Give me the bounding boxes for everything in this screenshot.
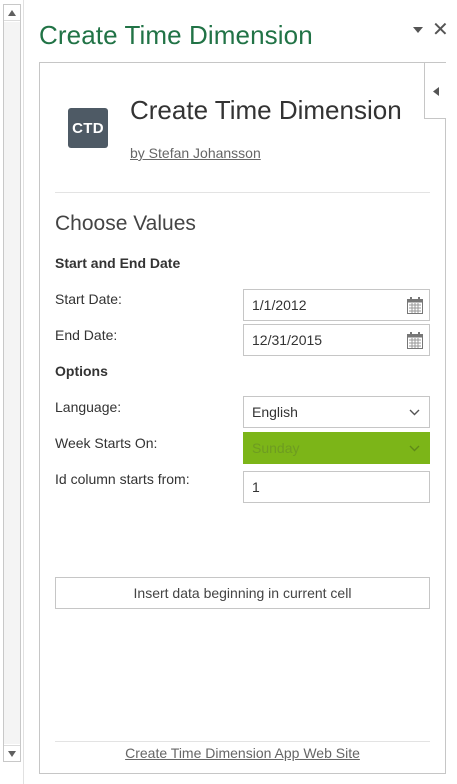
id-start-label: Id column starts from: <box>55 471 190 487</box>
calendar-icon[interactable] <box>407 297 423 314</box>
language-label: Language: <box>55 399 122 415</box>
pane-divider <box>23 0 24 784</box>
chevron-down-icon <box>409 445 420 452</box>
id-start-value: 1 <box>252 479 260 495</box>
options-heading: Options <box>55 363 108 379</box>
end-date-label: End Date: <box>55 327 118 343</box>
section-title: Choose Values <box>55 212 196 235</box>
author-link[interactable]: by Stefan Johansson <box>130 145 261 161</box>
app-logo: CTD <box>68 108 108 148</box>
close-icon[interactable]: ✕ <box>432 20 449 40</box>
id-start-input[interactable]: 1 <box>243 471 430 503</box>
start-date-label: Start Date: <box>55 291 122 307</box>
scrollbar-track[interactable] <box>4 22 20 744</box>
week-starts-label: Week Starts On: <box>55 435 158 451</box>
task-pane-title: Create Time Dimension <box>39 20 313 50</box>
language-value: English <box>252 404 298 420</box>
start-date-value: 1/1/2012 <box>252 297 307 313</box>
vertical-scrollbar[interactable] <box>3 4 21 762</box>
triangle-left-icon <box>433 87 439 96</box>
scroll-up-button[interactable] <box>4 5 20 21</box>
divider <box>55 741 430 742</box>
calendar-icon[interactable] <box>407 332 423 349</box>
pane-options-icon[interactable] <box>413 27 423 33</box>
end-date-value: 12/31/2015 <box>252 332 323 348</box>
collapse-tab[interactable] <box>424 62 446 119</box>
app-title: Create Time Dimension <box>130 95 402 125</box>
divider <box>55 192 430 193</box>
end-date-field[interactable]: 12/31/2015 <box>243 324 430 356</box>
app-website-link[interactable]: Create Time Dimension App Web Site <box>125 745 360 761</box>
footer: Create Time Dimension App Web Site <box>0 745 457 761</box>
chevron-down-icon <box>409 409 420 416</box>
week-starts-value: Sunday <box>252 440 300 456</box>
week-starts-select[interactable]: Sunday <box>243 432 430 464</box>
language-select[interactable]: English <box>243 396 430 428</box>
dates-heading: Start and End Date <box>55 255 181 271</box>
triangle-up-icon <box>8 10 16 16</box>
insert-data-button[interactable]: Insert data beginning in current cell <box>55 577 430 609</box>
start-date-field[interactable]: 1/1/2012 <box>243 289 430 321</box>
